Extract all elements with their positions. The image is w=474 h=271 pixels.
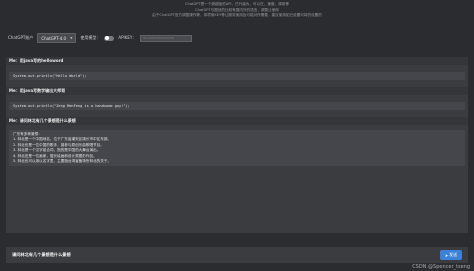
settings-bar: ChatGPT账户 ChatGPT-4.0 ▼ 使用模型： APIKEY： (8, 33, 193, 43)
intro-line: 由于ChatGPT官方调整操作等，将项用KEY等让服务使用及可能对所需要，建议使… (152, 13, 322, 18)
watermark: CSDN @Spencer_tseng (412, 264, 470, 270)
user-message: Me：用java写的helloword (6, 57, 468, 65)
message-input[interactable]: 请问林北有几个景想是什么景想 (12, 252, 440, 258)
model-select-value: ChatGPT-4.0 (41, 35, 67, 41)
code-block: System.out.println("Zeng MenFeng is a ha… (9, 102, 465, 110)
user-message: Me：请问林北有几个景想是什么景想 (6, 117, 468, 125)
intro-text: ChatGPT是一个超越版的API，已升级为，可以在，速度，调用等 ChatGP… (0, 2, 474, 19)
send-button-label: 发送 (449, 252, 458, 257)
apikey-input[interactable] (140, 34, 193, 42)
send-button[interactable]: ➤ 发送 (440, 250, 462, 260)
assistant-message: System.out.println("Zeng MenFeng is a ha… (6, 95, 468, 117)
send-icon: ➤ (444, 252, 449, 258)
code-block: System.out.println("Hello World"); (9, 72, 465, 80)
user-message: Me：用java写数字输出大师哥 (6, 87, 468, 95)
model-label: 使用模型： (80, 35, 101, 40)
apikey-label: APIKEY： (118, 35, 137, 40)
mode-toggle[interactable] (104, 35, 115, 41)
answer-list: 广东有多种景想： 1. 林北是一个中国地名，位于广东省潮安区境长市中区东部。 2… (9, 130, 465, 167)
chat-area: Me：用java写的helloword System.out.println("… (6, 57, 468, 233)
message-input-bar: 请问林北有几个景想是什么景想 ➤ 发送 (6, 247, 468, 263)
model-select[interactable]: ChatGPT-4.0 ▼ (37, 33, 77, 43)
account-label: ChatGPT账户 (8, 35, 34, 40)
chevron-down-icon: ▼ (70, 36, 73, 40)
assistant-message: 广东有多种景想： 1. 林北是一个中国地名，位于广东省潮安区境长市中区东部。 2… (6, 125, 468, 169)
assistant-message: System.out.println("Hello World"); (6, 65, 468, 87)
list-item: 5. 林北也可以用以名字里，主要指台湾省备场所林北的关于。 (13, 159, 112, 164)
